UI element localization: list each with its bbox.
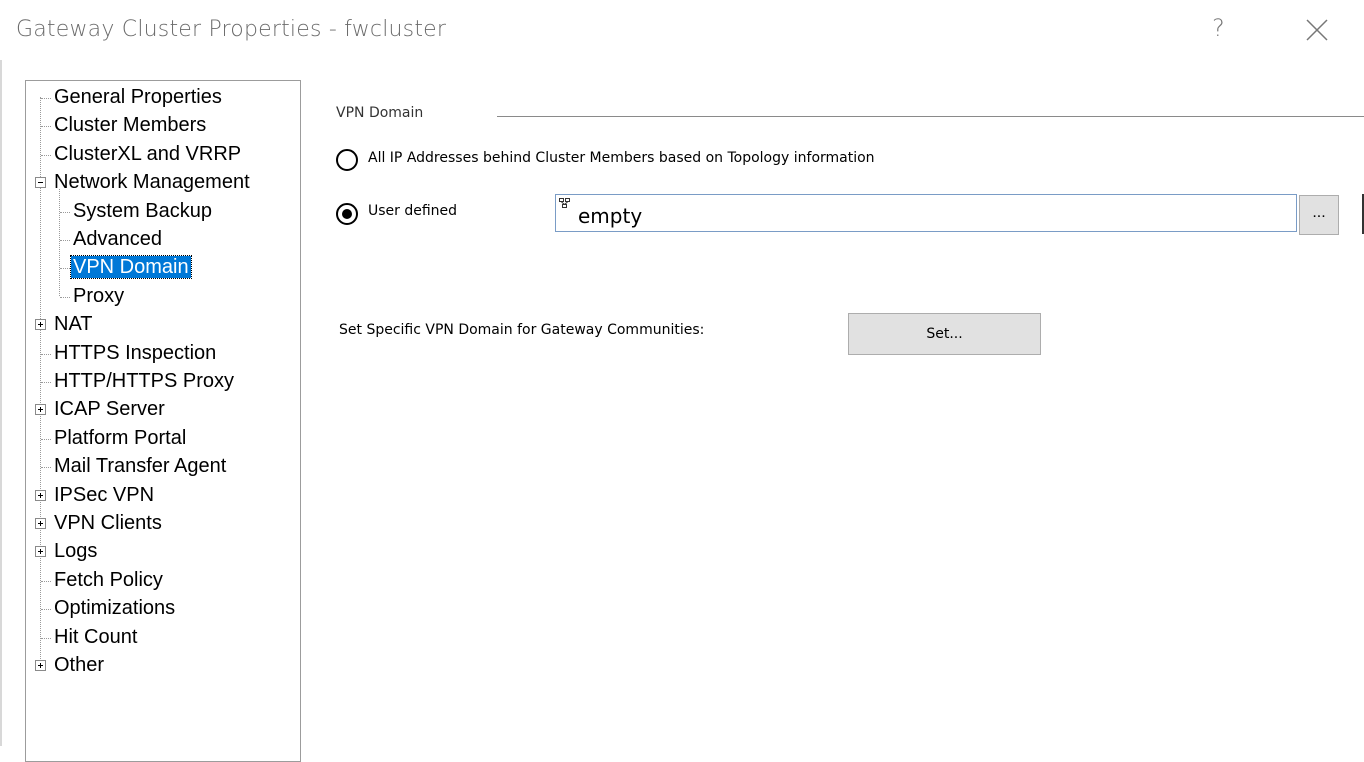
expand-icon[interactable] xyxy=(35,404,46,416)
help-button[interactable]: ? xyxy=(1212,14,1236,46)
tree-item-vpn-clients[interactable]: VPN Clients xyxy=(52,510,164,536)
tree-connector xyxy=(41,580,51,582)
tree-item-label: ClusterXL and VRRP xyxy=(54,142,242,165)
tree-item-system-backup[interactable]: System Backup xyxy=(71,198,214,224)
tree-connector xyxy=(60,268,70,270)
vpn-domain-value: empty xyxy=(578,204,643,228)
radio-user-defined[interactable] xyxy=(336,203,358,225)
tree-connector xyxy=(41,609,51,611)
tree-item-nat[interactable]: NAT xyxy=(52,311,95,337)
tree-item-mail-transfer-agent[interactable]: Mail Transfer Agent xyxy=(52,453,228,479)
tree-item-label: Hit Count xyxy=(54,625,138,648)
close-button[interactable] xyxy=(1303,16,1331,44)
expand-icon[interactable] xyxy=(35,660,46,671)
tree-item-label: VPN Domain xyxy=(70,255,192,280)
tree-item-label: Advanced xyxy=(73,228,162,250)
window-left-edge xyxy=(0,60,2,746)
tree-item-label: Mail Transfer Agent xyxy=(54,455,227,478)
tree-item-label: NAT xyxy=(54,313,93,336)
tree-item-http-https-proxy[interactable]: HTTP/HTTPS Proxy xyxy=(52,368,236,394)
tree-connector xyxy=(60,240,70,241)
tree-item-label: Cluster Members xyxy=(54,114,207,137)
browse-button[interactable]: ... xyxy=(1299,195,1339,235)
tree-item-hit-count[interactable]: Hit Count xyxy=(52,624,139,650)
section-divider xyxy=(497,116,1364,117)
tree-connector xyxy=(41,382,51,383)
tree-connector xyxy=(41,467,51,469)
tree-item-label: Platform Portal xyxy=(54,426,187,449)
network-group-icon xyxy=(559,198,570,208)
tree-item-label: General Properties xyxy=(54,86,222,108)
close-icon xyxy=(1306,19,1328,41)
tree-item-label: Logs xyxy=(54,540,98,563)
radio-selected-dot xyxy=(342,209,352,219)
tree-item-label: System Backup xyxy=(73,199,212,222)
tree-item-advanced[interactable]: Advanced xyxy=(71,226,164,252)
tree-item-icap-server[interactable]: ICAP Server xyxy=(52,396,167,422)
tree-item-optimizations[interactable]: Optimizations xyxy=(52,595,177,621)
tree-item-network-management[interactable]: Network Management xyxy=(52,169,252,195)
tree-item-other[interactable]: Other xyxy=(52,652,106,678)
tree-connector xyxy=(41,154,51,156)
tree-item-vpn-domain[interactable]: VPN Domain xyxy=(70,254,192,280)
tree-item-label: VPN Clients xyxy=(54,512,162,534)
expand-icon[interactable] xyxy=(35,546,46,558)
tree-item-label: Network Management xyxy=(54,171,250,194)
tree-item-general-properties[interactable]: General Properties xyxy=(52,84,224,110)
tree-connector xyxy=(41,126,51,128)
tree-item-label: Proxy xyxy=(73,284,125,307)
tree-item-proxy[interactable]: Proxy xyxy=(71,283,126,309)
radio-user-defined-label[interactable]: User defined xyxy=(368,203,457,219)
set-button[interactable]: Set... xyxy=(848,313,1041,355)
communities-label: Set Specific VPN Domain for Gateway Comm… xyxy=(339,322,705,338)
properties-tree[interactable]: General Properties Cluster Members Cluster… xyxy=(25,80,301,762)
title-bar: Gateway Cluster Properties - fwcluster ? xyxy=(0,0,1364,60)
expand-icon[interactable] xyxy=(35,489,46,501)
tree-item-label: HTTPS Inspection xyxy=(54,341,217,364)
tree-item-cluster-members[interactable]: Cluster Members xyxy=(52,112,208,138)
tree-item-ipsec-vpn[interactable]: IPSec VPN xyxy=(52,482,156,508)
tree-item-fetch-policy[interactable]: Fetch Policy xyxy=(52,567,165,593)
tree-item-platform-portal[interactable]: Platform Portal xyxy=(52,425,188,451)
expand-icon[interactable] xyxy=(35,319,46,331)
tree-connector xyxy=(60,211,70,213)
tree-connector xyxy=(41,353,51,355)
tree-connector xyxy=(41,637,51,639)
radio-all-ip-addresses-label[interactable]: All IP Addresses behind Cluster Members … xyxy=(368,150,875,166)
tree-item-label: Other xyxy=(54,654,105,676)
tree-child-connector xyxy=(59,189,60,296)
tree-item-label: Fetch Policy xyxy=(54,568,163,591)
collapse-icon[interactable] xyxy=(35,177,46,189)
tree-item-label: ICAP Server xyxy=(54,398,165,421)
tree-connector xyxy=(41,98,51,99)
tree-connector xyxy=(60,296,70,298)
tree-item-clusterxl-and-vrrp[interactable]: ClusterXL and VRRP xyxy=(52,141,243,167)
tree-item-https-inspection[interactable]: HTTPS Inspection xyxy=(52,340,218,366)
tree-item-label: Optimizations xyxy=(54,597,176,620)
tree-item-label: HTTP/HTTPS Proxy xyxy=(54,370,235,392)
vpn-domain-field[interactable]: empty xyxy=(555,194,1297,232)
tree-item-logs[interactable]: Logs xyxy=(52,538,99,564)
section-title: VPN Domain xyxy=(336,105,424,121)
tree-connector xyxy=(41,438,51,440)
radio-all-ip-addresses[interactable] xyxy=(336,149,358,171)
tree-item-label: IPSec VPN xyxy=(54,483,155,506)
expand-icon[interactable] xyxy=(35,518,46,529)
window-title: Gateway Cluster Properties - fwcluster xyxy=(16,17,447,42)
